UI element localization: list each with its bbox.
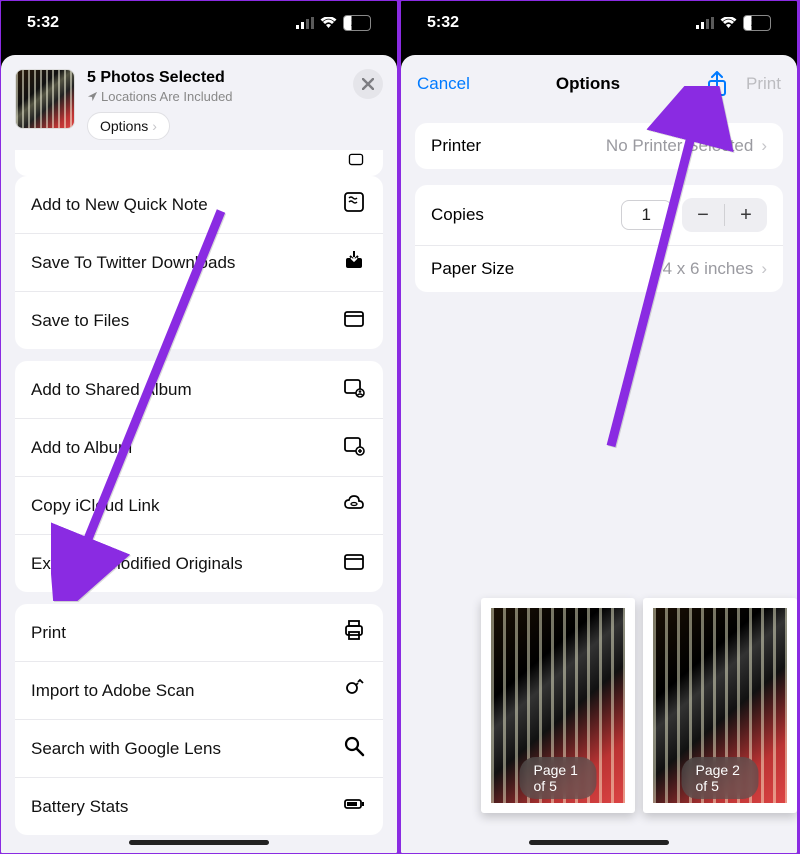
action-group: Add to Shared Album Add to Album Copy iClo… <box>15 361 383 592</box>
action-label: Battery Stats <box>31 797 128 817</box>
copies-stepper: − + <box>682 198 767 232</box>
print-settings-group: Copies 1 − + Paper Size 4 x 6 inches› <box>415 185 783 292</box>
location-icon <box>87 91 98 102</box>
action-import-to-adobe-scan[interactable]: Import to Adobe Scan <box>15 661 383 719</box>
partial-row-clipped <box>15 150 383 176</box>
printer-group: Printer No Printer Selected› <box>415 123 783 169</box>
home-indicator[interactable] <box>129 840 269 845</box>
copies-increment[interactable]: + <box>725 198 767 232</box>
status-bar: 5:32 29 <box>1 1 397 45</box>
home-indicator[interactable] <box>529 840 669 845</box>
action-add-to-album[interactable]: Add to Album <box>15 418 383 476</box>
print-previews[interactable]: Page 1 of 5 Page 2 of 5 <box>401 598 797 813</box>
chevron-right-icon: › <box>761 136 767 156</box>
wifi-icon <box>320 17 337 29</box>
action-add-to-new-quick-note[interactable]: Add to New Quick Note <box>15 176 383 233</box>
action-group: Print Import to Adobe Scan Search with Goo… <box>15 604 383 835</box>
download-icon <box>341 248 367 277</box>
share-title: 5 Photos Selected <box>87 69 341 87</box>
action-battery-stats[interactable]: Battery Stats <box>15 777 383 835</box>
options-button[interactable]: Options › <box>87 112 170 140</box>
status-indicators: 29 <box>296 15 371 31</box>
action-label: Copy iCloud Link <box>31 496 160 516</box>
preview-page-1[interactable]: Page 1 of 5 <box>481 598 635 813</box>
close-icon <box>362 78 374 90</box>
page-badge: Page 1 of 5 <box>520 757 597 799</box>
chevron-right-icon: › <box>152 118 157 134</box>
action-label: Print <box>31 623 66 643</box>
action-label: Add to Shared Album <box>31 380 192 400</box>
action-label: Add to Album <box>31 438 132 458</box>
copies-row: Copies 1 − + <box>415 185 783 245</box>
action-label: Search with Google Lens <box>31 739 221 759</box>
selected-photos-thumbnail[interactable] <box>15 69 75 129</box>
battery-icon: 29 <box>343 15 371 31</box>
navbar-title: Options <box>556 74 620 94</box>
chevron-right-icon: › <box>761 259 767 279</box>
status-bar: 5:32 29 <box>401 1 797 45</box>
battery-icon: 29 <box>743 15 771 31</box>
cellular-icon <box>296 17 314 29</box>
status-time: 5:32 <box>427 14 459 32</box>
status-time: 5:32 <box>27 14 59 32</box>
cellular-icon <box>696 17 714 29</box>
action-add-to-shared-album[interactable]: Add to Shared Album <box>15 361 383 418</box>
action-copy-icloud-link[interactable]: Copy iCloud Link <box>15 476 383 534</box>
cloud-link-icon <box>341 491 367 520</box>
share-sheet-screen: 5:32 29 5 Photos Selected Locations Are … <box>0 0 398 854</box>
action-label: Add to New Quick Note <box>31 195 208 215</box>
folder-icon <box>341 306 367 335</box>
cancel-button[interactable]: Cancel <box>417 74 470 94</box>
wifi-icon <box>720 17 737 29</box>
print-button: Print <box>746 74 781 94</box>
search-icon <box>341 734 367 763</box>
action-save-to-twitter-downloads[interactable]: Save To Twitter Downloads <box>15 233 383 291</box>
action-search-with-google-lens[interactable]: Search with Google Lens <box>15 719 383 777</box>
icon-clipped <box>345 150 367 166</box>
preview-page-2[interactable]: Page 2 of 5 <box>643 598 797 813</box>
action-print[interactable]: Print <box>15 604 383 661</box>
share-header: 5 Photos Selected Locations Are Included… <box>1 55 397 150</box>
action-label: Export Unmodified Originals <box>31 554 243 574</box>
action-export-unmodified-originals[interactable]: Export Unmodified Originals <box>15 534 383 592</box>
action-label: Save To Twitter Downloads <box>31 253 235 273</box>
page-badge: Page 2 of 5 <box>682 757 759 799</box>
close-button[interactable] <box>353 69 383 99</box>
printer-row[interactable]: Printer No Printer Selected› <box>415 123 783 169</box>
action-group: Add to New Quick Note Save To Twitter Dow… <box>15 176 383 349</box>
folder-icon <box>341 549 367 578</box>
action-label: Save to Files <box>31 311 129 331</box>
share-actions-list[interactable]: Add to New Quick Note Save To Twitter Dow… <box>1 176 397 853</box>
status-indicators: 29 <box>696 15 771 31</box>
printer-icon <box>341 618 367 647</box>
paper-size-row[interactable]: Paper Size 4 x 6 inches› <box>415 245 783 292</box>
adobe-scan-icon <box>341 676 367 705</box>
print-navbar: Cancel Options Print <box>401 55 797 107</box>
battery-icon <box>341 792 367 821</box>
album-plus-icon <box>341 433 367 462</box>
shared-album-icon <box>341 375 367 404</box>
share-icon[interactable] <box>706 71 728 97</box>
copies-value[interactable]: 1 <box>621 200 672 230</box>
print-options-screen: 5:32 29 Cancel Options Print Printer No … <box>400 0 798 854</box>
quicknote-icon <box>341 190 367 219</box>
action-save-to-files[interactable]: Save to Files <box>15 291 383 349</box>
share-subtitle: Locations Are Included <box>87 89 341 104</box>
copies-decrement[interactable]: − <box>682 198 724 232</box>
action-label: Import to Adobe Scan <box>31 681 195 701</box>
